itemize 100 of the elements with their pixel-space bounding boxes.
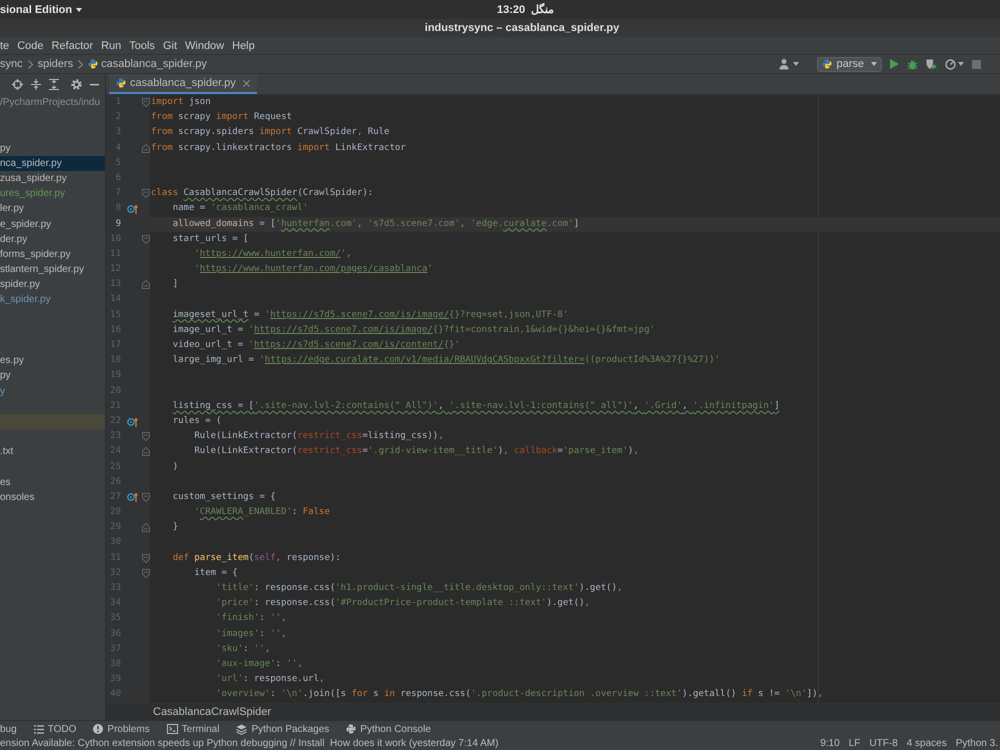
stop-icon[interactable] (972, 60, 981, 68)
menu-item[interactable]: Git (162, 40, 177, 52)
minus-icon[interactable] (90, 84, 99, 86)
code-line: start_urls = [ (172, 232, 250, 246)
caret-icon (871, 62, 877, 66)
code-line: 'title': response.css('h1.product-single__title.desktop_only::text').get(), (215, 582, 624, 595)
code-breadcrumb[interactable]: CasablancaCrawlSpider (153, 706, 272, 718)
project-tree-item[interactable]: es (0, 474, 105, 490)
status-item[interactable]: 9:10 (820, 738, 840, 749)
project-tree-item[interactable]: es.py (0, 353, 105, 368)
code-line: Rule(LinkExtractor(restrict_css=listing_css)), (193, 430, 445, 444)
tool-window-button[interactable]: Terminal (166, 724, 220, 734)
project-tree-item[interactable]: ler.py (0, 201, 105, 216)
fold-icon[interactable] (142, 189, 150, 198)
clock-time[interactable]: 13:20 (497, 4, 526, 16)
python-logo-icon (822, 59, 832, 69)
code-line: 'price': response.css('#ProductPrice-product-template ::text').get(), (215, 597, 591, 610)
fold-icon[interactable] (142, 98, 150, 108)
code-line: 'url': response.url, (215, 673, 326, 686)
code-line: large_img_url = 'https://edge.curalate.com/v1/media/RBAUVdgCASbpxxGt?filter=((productId%3A%27{}%27))' (172, 354, 721, 368)
menu-item[interactable]: Tools (129, 40, 155, 52)
editor-tab[interactable]: casablanca_spider.py (109, 74, 257, 94)
tool-window-button[interactable]: Python Console (346, 724, 431, 734)
user-icon (779, 58, 792, 70)
fold-icon[interactable] (142, 447, 150, 456)
code-line: from scrapy.linkextractors import LinkExtractor (150, 142, 407, 155)
tool-window-button[interactable]: bug (0, 724, 17, 734)
code-line: item = { (193, 566, 239, 580)
menu-item[interactable]: Run (101, 40, 122, 52)
project-tree-item[interactable]: py (0, 140, 105, 156)
tool-window-button[interactable]: TODO (34, 724, 76, 734)
code-line: video_url_t = 'https://s7d5.scene7.com/is/content/{}' (172, 339, 461, 352)
project-tree-item[interactable]: y (0, 384, 105, 399)
fold-icon[interactable] (142, 554, 150, 563)
settings-icon[interactable] (71, 79, 82, 90)
run-config-dropdown[interactable]: parse (817, 56, 882, 72)
window-title: industrysync – casablanca_spider.py (424, 22, 620, 34)
layers-icon (236, 724, 248, 734)
code-line: custom_settings = { (172, 490, 277, 504)
project-tree-item[interactable]: /PycharmProjects/indu (0, 95, 105, 110)
code-line: Rule(LinkExtractor(restrict_css='.grid-view-item__title'), callback='parse_item'), (193, 445, 640, 458)
project-tree-item[interactable]: e_spider.py (0, 216, 105, 232)
project-tree-item[interactable]: py (0, 368, 105, 384)
play-icon[interactable] (890, 59, 899, 69)
status-item[interactable]: Python 3. (956, 738, 998, 749)
project-tree-item[interactable]: zusa_spider.py (0, 170, 105, 186)
code-line: 'https://www.hunterfan.com/pages/casablanca' (193, 263, 434, 276)
expand-icon[interactable] (49, 79, 59, 90)
project-tree-item[interactable]: forms_spider.py (0, 246, 105, 262)
code-line: def parse_item(self, response): (172, 552, 342, 565)
fold-icon[interactable] (142, 280, 150, 290)
status-item[interactable]: UTF-8 (869, 738, 898, 749)
profile-button[interactable] (945, 58, 964, 70)
code-line: class CasablancaCrawlSpider(CrawlSpider): (150, 187, 374, 200)
close-icon[interactable] (242, 80, 250, 86)
tool-window-button[interactable]: Python Packages (236, 724, 330, 734)
code-line: } (172, 521, 180, 534)
project-tree-item[interactable]: ures_spider.py (0, 186, 105, 202)
chevron-icon (28, 60, 33, 68)
collapse-icon[interactable] (31, 79, 41, 90)
code-line: import json (150, 96, 212, 109)
tool-window-button[interactable]: Problems (93, 724, 150, 734)
project-tree-item[interactable]: stlantern_spider.py (0, 262, 105, 278)
code-line: 'finish': '', (215, 612, 288, 626)
project-tree-item[interactable]: der.py (0, 232, 105, 247)
project-tree-item[interactable]: spider.py (0, 277, 105, 292)
app-menu[interactable]: sional Edition (0, 4, 82, 16)
code-line: ) (172, 460, 180, 474)
terminal-icon (166, 724, 178, 734)
breadcrumb-item[interactable]: casablanca_spider.py (88, 58, 207, 70)
project-tree-item[interactable]: nca_spider.py (0, 156, 105, 171)
menu-item[interactable]: Window (185, 40, 224, 52)
code-line: 'images': '', (215, 628, 288, 641)
status-message: ension Available: Cython extension speeds up Python debugging // Install How does it work (yesterday 7:14 AM) (0, 738, 498, 749)
fold-icon[interactable] (142, 523, 150, 532)
project-tree-item[interactable]: k_spider.py (0, 292, 105, 308)
user-button[interactable] (779, 58, 800, 70)
bug-icon[interactable] (907, 58, 918, 70)
menu-item[interactable]: Code (17, 40, 44, 52)
code-line: rules = ( (172, 414, 222, 428)
status-item[interactable]: LF (848, 738, 860, 749)
python-file-icon (88, 59, 98, 69)
menu-item[interactable]: Help (232, 40, 255, 52)
menu-item[interactable]: te (0, 40, 10, 52)
project-tree-item[interactable]: .txt (0, 444, 105, 460)
crosshair-icon[interactable] (12, 79, 23, 90)
menu-item[interactable]: Refactor (51, 40, 94, 52)
fold-icon[interactable] (142, 234, 150, 244)
fold-icon[interactable] (142, 432, 150, 442)
code-line: listing_css = ['.site-nav.lvl-2:contains(" All")', '.site-nav.lvl-1:contains(" all")', '.Grid', '.infinitpagin'] (172, 400, 781, 413)
breadcrumb-item[interactable]: sync (0, 58, 23, 70)
fold-icon[interactable] (142, 492, 150, 502)
fold-icon[interactable] (142, 144, 150, 153)
breadcrumb-item[interactable]: spiders (38, 58, 74, 70)
line-number: 9 (114, 218, 121, 230)
shield-play-icon[interactable] (926, 58, 937, 70)
fold-icon[interactable] (142, 568, 150, 578)
clock-day[interactable]: منگل (531, 3, 554, 16)
status-item[interactable]: 4 spaces (906, 738, 947, 749)
project-tree-item[interactable]: onsoles (0, 490, 105, 506)
